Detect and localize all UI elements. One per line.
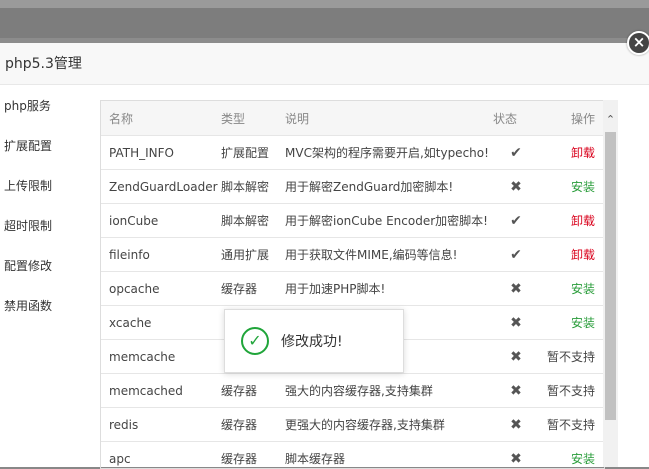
- sidebar: php服务 扩展配置 上传限制 超时限制 配置修改 禁用函数: [0, 86, 85, 467]
- cell-type: 通用扩展: [221, 238, 285, 272]
- sidebar-item-config-edit[interactable]: 配置修改: [0, 246, 84, 286]
- cell-name: PATH_INFO: [101, 136, 221, 170]
- cell-name: fileinfo: [101, 238, 221, 272]
- status-icon: ✖: [493, 272, 539, 306]
- cell-name: memcached: [101, 374, 221, 408]
- table-row: opcache缓存器用于加速PHP脚本!✖安装: [101, 272, 604, 306]
- action-link[interactable]: 安装: [539, 170, 604, 204]
- extensions-table: 名称 类型 说明 状态 操作 PATH_INFO扩展配置MVC架构的程序需要开启…: [100, 100, 605, 469]
- sidebar-item-disabled-functions[interactable]: 禁用函数: [0, 286, 84, 326]
- status-icon: ✖: [493, 442, 539, 469]
- cell-name: ionCube: [101, 204, 221, 238]
- cell-type: 脚本解密: [221, 170, 285, 204]
- action-link: 暂不支持: [539, 340, 604, 374]
- cell-desc: 用于解密ionCube Encoder加密脚本!: [285, 204, 493, 238]
- cell-type: 缓存器: [221, 408, 285, 442]
- col-header-type: 类型: [221, 101, 285, 136]
- col-header-name: 名称: [101, 101, 221, 136]
- table-scrollbar[interactable]: ⌃: [603, 100, 618, 467]
- success-toast: ✓ 修改成功!: [224, 309, 404, 373]
- sidebar-item-php-service[interactable]: php服务: [0, 86, 84, 126]
- check-circle-icon: ✓: [241, 327, 269, 355]
- table-row: apc缓存器脚本缓存器✖安装: [101, 442, 604, 469]
- action-link[interactable]: 安装: [539, 306, 604, 340]
- status-icon: ✖: [493, 306, 539, 340]
- status-icon: ✖: [493, 170, 539, 204]
- action-link: 暂不支持: [539, 408, 604, 442]
- status-icon: ✔: [493, 136, 539, 170]
- cell-name: memcache: [101, 340, 221, 374]
- sidebar-item-timeout-limit[interactable]: 超时限制: [0, 206, 84, 246]
- close-icon[interactable]: ×: [627, 31, 649, 55]
- action-link[interactable]: 卸载: [539, 136, 604, 170]
- status-icon: ✔: [493, 204, 539, 238]
- toast-message: 修改成功!: [281, 310, 343, 374]
- col-header-action: 操作: [539, 101, 604, 136]
- action-link[interactable]: 安装: [539, 272, 604, 306]
- cell-desc: 用于解密ZendGuard加密脚本!: [285, 170, 493, 204]
- cell-desc: 强大的内容缓存器,支持集群: [285, 374, 493, 408]
- backdrop-strip: [0, 0, 649, 8]
- status-icon: ✖: [493, 408, 539, 442]
- sidebar-item-upload-limit[interactable]: 上传限制: [0, 166, 84, 206]
- cell-type: 缓存器: [221, 272, 285, 306]
- table-header-row: 名称 类型 说明 状态 操作: [101, 101, 604, 136]
- cell-name: redis: [101, 408, 221, 442]
- action-link[interactable]: 安装: [539, 442, 604, 469]
- status-icon: ✖: [493, 374, 539, 408]
- action-link[interactable]: 卸载: [539, 204, 604, 238]
- scroll-thumb[interactable]: [605, 132, 616, 420]
- backdrop-strip: [0, 8, 649, 38]
- table-row: ionCube脚本解密用于解密ionCube Encoder加密脚本!✔卸载: [101, 204, 604, 238]
- cell-desc: 用于加速PHP脚本!: [285, 272, 493, 306]
- table-row: PATH_INFO扩展配置MVC架构的程序需要开启,如typecho!✔卸载: [101, 136, 604, 170]
- cell-desc: 脚本缓存器: [285, 442, 493, 469]
- cell-name: opcache: [101, 272, 221, 306]
- cell-desc: 用于获取文件MIME,编码等信息!: [285, 238, 493, 272]
- table-row: redis缓存器更强大的内容缓存器,支持集群✖暂不支持: [101, 408, 604, 442]
- cell-name: apc: [101, 442, 221, 469]
- cell-type: 脚本解密: [221, 204, 285, 238]
- col-header-desc: 说明: [285, 101, 493, 136]
- action-link: 暂不支持: [539, 374, 604, 408]
- cell-desc: MVC架构的程序需要开启,如typecho!: [285, 136, 493, 170]
- table-row: memcached缓存器强大的内容缓存器,支持集群✖暂不支持: [101, 374, 604, 408]
- status-icon: ✔: [493, 238, 539, 272]
- cell-type: 缓存器: [221, 442, 285, 469]
- table-row: ZendGuardLoader脚本解密用于解密ZendGuard加密脚本!✖安装: [101, 170, 604, 204]
- cell-type: 缓存器: [221, 374, 285, 408]
- cell-desc: 更强大的内容缓存器,支持集群: [285, 408, 493, 442]
- table-row: fileinfo通用扩展用于获取文件MIME,编码等信息!✔卸载: [101, 238, 604, 272]
- cell-type: 扩展配置: [221, 136, 285, 170]
- status-icon: ✖: [493, 340, 539, 374]
- cell-name: xcache: [101, 306, 221, 340]
- dialog-title: php5.3管理: [0, 43, 649, 85]
- action-link[interactable]: 卸载: [539, 238, 604, 272]
- sidebar-item-extensions[interactable]: 扩展配置: [0, 126, 84, 166]
- cell-name: ZendGuardLoader: [101, 170, 221, 204]
- scroll-up-icon[interactable]: ⌃: [603, 112, 618, 127]
- col-header-status: 状态: [493, 101, 539, 136]
